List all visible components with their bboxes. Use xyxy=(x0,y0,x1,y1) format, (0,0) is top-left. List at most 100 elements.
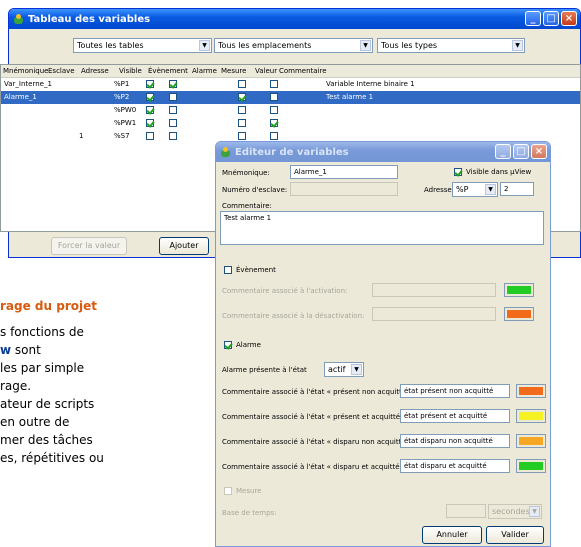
activation-label: Commentaire associé à l'activation: xyxy=(222,287,348,295)
adresse-type-select[interactable]: %P ▼ xyxy=(452,182,498,197)
activation-input[interactable] xyxy=(372,283,496,297)
state-comment-label: Commentaire associé à l'état « disparu n… xyxy=(222,438,415,446)
alarme-label: Alarme xyxy=(236,341,261,349)
cell-visible-checkbox[interactable] xyxy=(146,106,154,114)
column-header[interactable]: Évènement xyxy=(148,67,188,75)
types-filter-select[interactable]: Tous les types ▼ xyxy=(377,38,525,53)
cell-visible-checkbox[interactable] xyxy=(146,93,154,101)
column-header[interactable]: Adresse xyxy=(81,67,109,75)
commentaire-textarea[interactable]: Test alarme 1 xyxy=(220,211,544,245)
cell-mesure-checkbox[interactable] xyxy=(270,93,278,101)
adresse-label: Adresse: xyxy=(424,186,455,194)
cell-evenement-checkbox[interactable] xyxy=(169,93,177,101)
close-button[interactable]: × xyxy=(561,11,577,26)
column-header[interactable]: Valeur xyxy=(255,67,277,75)
state-comment-label: Commentaire associé à l'état « présent n… xyxy=(222,388,416,396)
state-color-swatch[interactable] xyxy=(516,384,546,398)
doc-line: es, répétitives ou xyxy=(0,451,104,465)
column-header[interactable]: Visible xyxy=(119,67,142,75)
column-header[interactable]: Mesure xyxy=(221,67,246,75)
state-comment-input[interactable]: état disparu et acquitté xyxy=(400,459,510,473)
alarme-checkbox[interactable] xyxy=(224,341,232,349)
chevron-down-icon: ▼ xyxy=(512,40,523,51)
etat-select[interactable]: actif ▼ xyxy=(324,362,364,377)
chevron-down-icon: ▼ xyxy=(485,184,496,195)
force-value-button[interactable]: Forcer la valeur xyxy=(51,237,127,255)
cell-evenement-checkbox[interactable] xyxy=(169,106,177,114)
cell-evenement-checkbox[interactable] xyxy=(169,132,177,140)
state-color-swatch[interactable] xyxy=(516,434,546,448)
cell-alarme-checkbox[interactable] xyxy=(238,93,246,101)
mnemonique-input[interactable]: Alarme_1 xyxy=(290,165,398,179)
desactivation-input[interactable] xyxy=(372,307,496,321)
cancel-button[interactable]: Annuler xyxy=(422,526,482,544)
cell-evenement-checkbox[interactable] xyxy=(169,80,177,88)
cell-commentaire: Test alarme 1 xyxy=(326,93,374,101)
cell-adresse: %PW0 xyxy=(114,106,137,114)
cell-visible-checkbox[interactable] xyxy=(146,80,154,88)
state-color-swatch[interactable] xyxy=(516,459,546,473)
adresse-type-value: %P xyxy=(456,185,469,194)
commentaire-label: Commentaire: xyxy=(222,202,272,210)
adresse-input[interactable]: 2 xyxy=(500,182,534,196)
tables-filter-value: Toutes les tables xyxy=(77,41,144,50)
etat-value: actif xyxy=(328,365,346,374)
table-row[interactable]: Alarme_1 %P2 Test alarme 1 xyxy=(1,91,580,104)
minimize-button[interactable]: _ xyxy=(525,11,541,26)
cell-visible-checkbox[interactable] xyxy=(146,119,154,127)
cell-visible-checkbox[interactable] xyxy=(146,132,154,140)
doc-line: en outre de xyxy=(0,415,70,429)
chevron-down-icon: ▼ xyxy=(529,506,540,517)
esclave-input[interactable] xyxy=(290,182,398,196)
cell-alarme-checkbox[interactable] xyxy=(238,106,246,114)
cell-mesure-checkbox[interactable] xyxy=(270,119,278,127)
cell-mesure-checkbox[interactable] xyxy=(270,132,278,140)
state-comment-input[interactable]: état présent non acquitté xyxy=(400,384,510,398)
desactivation-label: Commentaire associé à la désactivation: xyxy=(222,312,365,320)
types-filter-value: Tous les types xyxy=(381,41,438,50)
column-header[interactable]: Commentaire xyxy=(279,67,327,75)
cell-mesure-checkbox[interactable] xyxy=(270,80,278,88)
window-title: Tableau des variables xyxy=(28,13,151,25)
state-color-swatch[interactable] xyxy=(516,409,546,423)
column-header[interactable]: Mnémonique xyxy=(3,67,48,75)
add-button[interactable]: Ajouter xyxy=(159,237,209,255)
evenement-checkbox[interactable] xyxy=(224,266,232,274)
cell-alarme-checkbox[interactable] xyxy=(238,119,246,127)
cell-evenement-checkbox[interactable] xyxy=(169,119,177,127)
cell-adresse: %S7 xyxy=(114,132,130,140)
etat-label: Alarme présente à l'état xyxy=(222,366,307,374)
base-unit-value: secondes xyxy=(492,507,530,516)
doc-line: mer des tâches xyxy=(0,433,93,447)
emplacements-filter-select[interactable]: Tous les emplacements ▼ xyxy=(214,38,373,53)
state-comment-input[interactable]: état disparu non acquitté xyxy=(400,434,510,448)
chevron-down-icon: ▼ xyxy=(351,364,362,375)
base-input[interactable] xyxy=(446,504,486,518)
base-unit-select[interactable]: secondes ▼ xyxy=(488,504,542,519)
visible-checkbox[interactable] xyxy=(454,168,462,176)
column-header[interactable]: Esclave xyxy=(48,67,75,75)
maximize-button[interactable]: □ xyxy=(513,144,529,159)
desactivation-color-swatch[interactable] xyxy=(504,307,534,321)
cell-mesure-checkbox[interactable] xyxy=(270,106,278,114)
activation-color-swatch[interactable] xyxy=(504,283,534,297)
variable-editor-window: Editeur de variables _ □ × Mnémonique: A… xyxy=(215,141,551,547)
column-header[interactable]: Alarme xyxy=(192,67,217,75)
doc-line: s fonctions de xyxy=(0,325,84,339)
cell-alarme-checkbox[interactable] xyxy=(238,132,246,140)
validate-button[interactable]: Valider xyxy=(486,526,544,544)
cell-adresse: %PW1 xyxy=(114,119,137,127)
tables-filter-select[interactable]: Toutes les tables ▼ xyxy=(73,38,212,53)
close-button[interactable]: × xyxy=(531,144,547,159)
mesure-checkbox[interactable] xyxy=(224,487,232,495)
table-row[interactable]: %PW1 xyxy=(1,117,580,130)
editor-title: Editeur de variables xyxy=(235,146,349,158)
table-row[interactable]: Var_Interne_1 %P1 Variable Interne binaire… xyxy=(1,78,580,91)
mnemonique-label: Mnémonique: xyxy=(222,169,270,177)
minimize-button[interactable]: _ xyxy=(495,144,511,159)
cell-alarme-checkbox[interactable] xyxy=(238,80,246,88)
state-comment-input[interactable]: état présent et acquitté xyxy=(400,409,510,423)
maximize-button[interactable]: □ xyxy=(543,11,559,26)
table-row[interactable]: %PW0 xyxy=(1,104,580,117)
doc-line: w sont xyxy=(0,343,41,357)
